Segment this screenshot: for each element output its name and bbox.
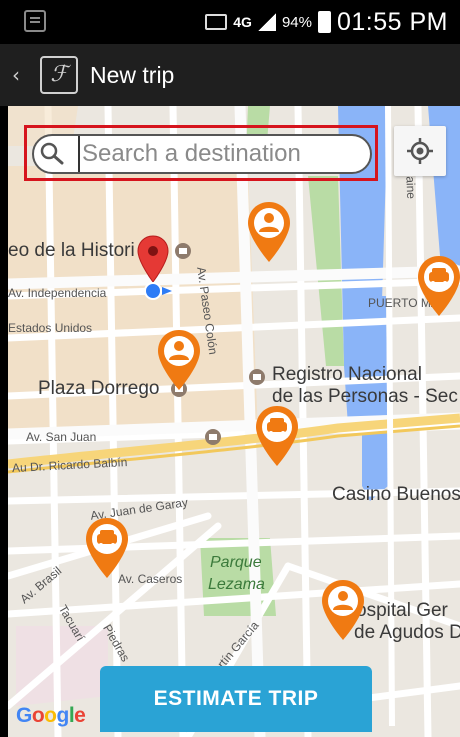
map-pin-icon[interactable] <box>136 234 170 284</box>
search-input[interactable] <box>78 136 366 172</box>
map-view[interactable]: eo de la Histori Av. Independencia Estad… <box>8 106 460 737</box>
driver-marker-person-icon[interactable] <box>320 578 366 642</box>
battery-icon <box>317 11 331 33</box>
clock: 01:55 PM <box>336 7 448 36</box>
driver-marker-person-icon[interactable] <box>246 200 292 264</box>
battery-level: 94% <box>281 13 312 31</box>
status-icons: 4G 94% 01:55 PM <box>205 8 448 36</box>
museum-icon <box>175 243 191 259</box>
app-bar: ‹ ℱ New trip <box>0 44 460 106</box>
notification-icon <box>24 10 46 32</box>
google-attribution: Google <box>16 704 86 727</box>
crosshair-icon <box>407 138 433 164</box>
chevron-left-icon[interactable]: ‹ <box>12 62 34 88</box>
car-marker-car-icon[interactable] <box>254 404 300 468</box>
car-marker-car-icon[interactable] <box>416 254 460 318</box>
estimate-trip-button[interactable]: ESTIMATE TRIP <box>100 666 372 732</box>
car-marker-car-icon[interactable] <box>84 516 130 580</box>
office-icon <box>249 369 265 385</box>
status-bar: 4G 94% 01:55 PM <box>0 0 460 44</box>
search-icon <box>40 142 64 165</box>
locate-button[interactable] <box>394 126 446 176</box>
shop-icon <box>205 429 221 445</box>
mute-icon <box>205 14 228 30</box>
page-title: New trip <box>90 62 175 88</box>
app-logo[interactable]: ℱ <box>40 56 78 94</box>
network-type: 4G <box>233 14 252 30</box>
signal-icon <box>257 13 276 31</box>
driver-marker-person-icon[interactable] <box>156 328 202 392</box>
current-location-icon <box>144 282 172 300</box>
map-base <box>8 106 460 737</box>
